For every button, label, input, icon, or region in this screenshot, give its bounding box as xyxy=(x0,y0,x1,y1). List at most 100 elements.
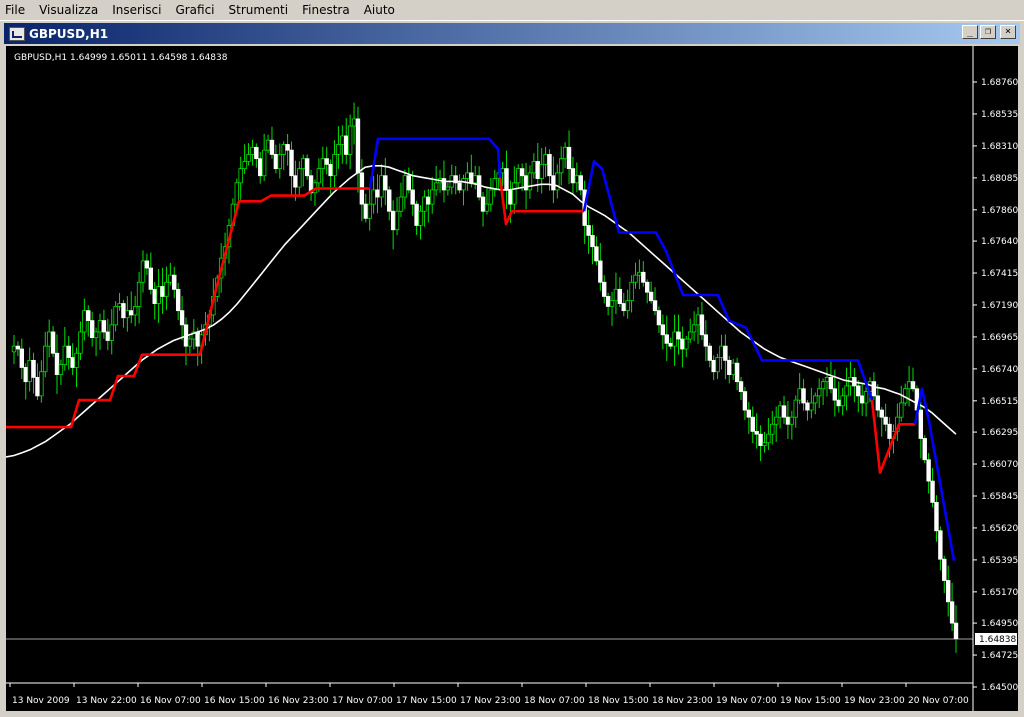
candle-bull xyxy=(430,189,435,205)
chart-area[interactable]: 1.68760 1.68535 1.68310 1.68085 1.67860 1.676… xyxy=(5,46,1018,711)
candle-bear xyxy=(805,402,810,411)
candle-bear xyxy=(195,331,200,347)
candle-bear xyxy=(781,405,787,418)
candle-bear xyxy=(519,168,525,177)
time-tick-label: 19 Nov 07:00 xyxy=(716,696,777,706)
candle-bull xyxy=(766,433,771,444)
candle-bull xyxy=(297,168,302,188)
price-chart[interactable]: 1.68760 1.68535 1.68310 1.68085 1.67860 1.676… xyxy=(5,46,1018,711)
candle-bull xyxy=(789,416,795,425)
candle-bull xyxy=(731,362,736,375)
candle-bull xyxy=(250,146,255,155)
chart-window-titlebar[interactable]: GBPUSD,H1 _ ❐ × xyxy=(4,23,1020,44)
candle-bull xyxy=(840,395,845,407)
candle-bull xyxy=(246,154,251,162)
time-tick-label: 17 Nov 23:00 xyxy=(460,696,521,706)
candle-bear xyxy=(144,260,150,269)
candle-bear xyxy=(859,395,865,404)
candle-bull xyxy=(562,146,568,160)
menu-visualizza[interactable]: Visualizza xyxy=(33,3,106,17)
candle-bull xyxy=(140,260,146,283)
candle-bull xyxy=(539,163,544,179)
candle-bear xyxy=(172,274,177,290)
candle-bear xyxy=(668,342,673,347)
candle-bear xyxy=(699,314,705,336)
time-tick-label: 20 Nov 07:00 xyxy=(908,696,969,706)
candle-bull xyxy=(863,391,869,404)
candle-bear xyxy=(953,622,959,640)
candle-bull xyxy=(265,139,271,151)
candle-bear xyxy=(918,409,924,439)
candle-bear xyxy=(602,281,607,297)
candle-bull xyxy=(371,189,376,205)
minimize-button[interactable]: _ xyxy=(962,25,978,39)
candle-bear xyxy=(258,158,263,177)
restore-button[interactable]: ❐ xyxy=(980,25,996,39)
candle-bear xyxy=(836,399,841,407)
candle-bear xyxy=(883,416,888,425)
candle-bull xyxy=(379,175,384,198)
close-button[interactable]: × xyxy=(1000,25,1016,39)
candle-bear xyxy=(50,331,56,354)
candle-bull xyxy=(688,331,693,340)
candle-bear xyxy=(801,388,806,404)
candle-bull xyxy=(132,305,138,316)
candle-bear xyxy=(148,267,154,290)
candle-bull xyxy=(168,274,173,283)
menu-finestra[interactable]: Finestra xyxy=(296,3,358,17)
candle-bull xyxy=(82,310,87,333)
candle-bull xyxy=(43,345,48,373)
candle-bear xyxy=(723,345,728,361)
candle-bull xyxy=(74,352,79,368)
candle-bear xyxy=(945,580,951,603)
price-tick-label: 1.67860 xyxy=(981,206,1018,216)
candle-bear xyxy=(476,175,482,198)
price-tick-label: 1.65395 xyxy=(981,556,1018,566)
candle-bear xyxy=(586,225,591,236)
candle-bear xyxy=(734,362,740,383)
candle-bull xyxy=(461,178,466,191)
time-tick-label: 16 Nov 23:00 xyxy=(268,696,329,706)
candle-bear xyxy=(304,158,310,177)
candle-bull xyxy=(531,161,537,174)
candle-bear xyxy=(105,331,111,341)
candle-bear xyxy=(785,416,791,425)
candle-bear xyxy=(504,168,509,191)
candle-bear xyxy=(179,310,185,326)
price-tick-label: 1.68760 xyxy=(981,78,1018,88)
candle-bear xyxy=(54,352,60,375)
menu-file[interactable]: File xyxy=(0,3,33,17)
menu-strumenti[interactable]: Strumenti xyxy=(223,3,297,17)
menu-grafici[interactable]: Grafici xyxy=(169,3,222,17)
candle-bull xyxy=(281,144,286,155)
candle-bull xyxy=(473,175,478,184)
candle-bull xyxy=(97,320,103,333)
candle-bull xyxy=(500,168,505,174)
candle-bull xyxy=(164,281,169,297)
candle-bear xyxy=(594,246,599,262)
candle-bear xyxy=(676,331,681,340)
candle-bear xyxy=(285,144,290,151)
candle-bear xyxy=(621,303,626,312)
candle-bear xyxy=(35,376,40,397)
candle-bull xyxy=(277,154,282,170)
candle-bear xyxy=(875,395,881,411)
candle-bear xyxy=(289,149,294,177)
price-tick-label: 1.66295 xyxy=(981,428,1018,438)
candle-bear xyxy=(856,385,861,397)
candle-bear xyxy=(363,203,368,219)
candle-bear xyxy=(273,154,279,170)
price-tick-label: 1.65620 xyxy=(981,524,1018,534)
candle-bull xyxy=(117,303,122,307)
candle-bear xyxy=(887,423,892,439)
candle-bear xyxy=(828,376,834,390)
candle-bear xyxy=(66,345,71,358)
candle-bull xyxy=(187,338,193,347)
candle-bull xyxy=(109,324,114,341)
price-tick-label: 1.68535 xyxy=(981,110,1018,120)
menu-aiuto[interactable]: Aiuto xyxy=(358,3,403,17)
price-tick-label: 1.66515 xyxy=(981,397,1018,407)
menu-inserisci[interactable]: Inserisci xyxy=(106,3,169,17)
candle-bull xyxy=(238,168,243,184)
candle-bull xyxy=(351,118,357,127)
